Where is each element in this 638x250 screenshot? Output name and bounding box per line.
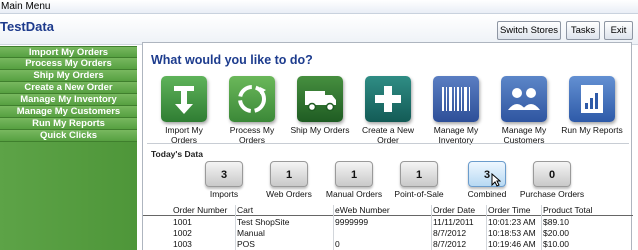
sidebar-item-manage-my-inventory[interactable]: Manage My Inventory	[0, 94, 137, 106]
tile-manage-my-inventory[interactable]: Manage My Inventory	[425, 76, 487, 145]
count-label: Web Orders	[266, 189, 312, 199]
cell-order-date: 11/11/2011	[433, 217, 474, 227]
main-question: What would you like to do?	[151, 53, 313, 67]
column-divider	[431, 205, 432, 250]
table-row[interactable]: 1002 Manual 8/7/2012 10:18:53 AM $20.00	[143, 228, 633, 239]
tile-label: Import My Orders	[165, 125, 203, 145]
tile-ship-my-orders[interactable]: Ship My Orders	[289, 76, 351, 135]
sidebar-item-import-my-orders[interactable]: Import My Orders	[0, 46, 137, 58]
tile-label: Manage My Customers	[501, 125, 547, 145]
count-label: Imports	[209, 189, 239, 199]
column-divider	[541, 205, 542, 250]
column-header[interactable]: Order Number	[173, 205, 227, 216]
tile-create-a-new-order[interactable]: Create a New Order	[357, 76, 419, 145]
cell-cart: Test ShopSite	[237, 217, 290, 227]
cell-cart: Manual	[237, 228, 265, 238]
cell-product-total: $20.00	[543, 228, 569, 238]
count-label: Purchase Orders	[519, 189, 585, 199]
table-row[interactable]: 1003 POS 0 8/7/2012 10:19:46 AM $10.00	[143, 239, 633, 250]
todays-data-heading: Today's Data	[151, 149, 203, 159]
cell-cart: POS	[237, 239, 255, 249]
customers-icon	[501, 76, 547, 122]
mouse-cursor-icon	[491, 173, 501, 187]
count-label: Manual Orders	[325, 189, 383, 199]
process-icon	[229, 76, 275, 122]
count-point-of-sale[interactable]: 1 Point-of-Sale	[384, 161, 454, 199]
sidebar-item-create-a-new-order[interactable]: Create a New Order	[0, 82, 137, 94]
cell-order-date: 8/7/2012	[433, 239, 467, 249]
column-divider	[486, 205, 487, 250]
sidebar: Import My Orders Process My Orders Ship …	[0, 46, 137, 250]
column-header[interactable]: Cart	[237, 205, 253, 216]
tile-label: Run My Reports	[561, 125, 623, 135]
reports-icon	[569, 76, 615, 122]
column-header[interactable]: eWeb Number	[335, 205, 390, 216]
tile-label: Ship My Orders	[290, 125, 350, 135]
tasks-button[interactable]: Tasks	[566, 21, 600, 40]
import-icon	[161, 76, 207, 122]
count-purchase-orders[interactable]: 0 Purchase Orders	[517, 161, 587, 199]
count-label: Point-of-Sale	[394, 189, 444, 199]
cell-order-number: 1001	[173, 217, 192, 227]
tile-import-my-orders[interactable]: Import My Orders	[153, 76, 215, 145]
count-value: 1	[335, 161, 373, 187]
count-web-orders[interactable]: 1 Web Orders	[254, 161, 324, 199]
cell-order-number: 1003	[173, 239, 192, 249]
app-title: TestData	[0, 19, 54, 34]
count-label: Combined	[467, 189, 507, 199]
cell-order-date: 8/7/2012	[433, 228, 467, 238]
cell-eweb-number: 0	[335, 239, 340, 249]
tile-manage-my-customers[interactable]: Manage My Customers	[493, 76, 555, 145]
cell-eweb-number: 9999999	[335, 217, 369, 227]
sidebar-item-quick-clicks[interactable]: Quick Clicks	[0, 130, 137, 142]
barcode-icon	[433, 76, 479, 122]
table-row[interactable]: 1001 Test ShopSite 9999999 11/11/2011 10…	[143, 217, 633, 228]
sidebar-item-process-my-orders[interactable]: Process My Orders	[0, 58, 137, 70]
tile-process-my-orders[interactable]: Process My Orders	[221, 76, 283, 145]
cell-product-total: $10.00	[543, 239, 569, 249]
column-header[interactable]: Product Total	[543, 205, 592, 216]
count-manual-orders[interactable]: 1 Manual Orders	[319, 161, 389, 199]
truck-icon	[297, 76, 343, 122]
sidebar-item-manage-my-customers[interactable]: Manage My Customers	[0, 106, 137, 118]
header-bar: TestData Switch Stores Tasks Exit	[0, 15, 638, 45]
exit-button[interactable]: Exit	[604, 21, 633, 40]
count-value: 1	[270, 161, 308, 187]
tile-run-my-reports[interactable]: Run My Reports	[561, 76, 623, 135]
cell-order-time: 10:18:53 AM	[488, 228, 536, 238]
main-panel: What would you like to do? Import My Ord…	[142, 42, 633, 250]
column-divider	[333, 205, 334, 250]
column-header[interactable]: Order Date	[433, 205, 475, 216]
count-imports[interactable]: 3 Imports	[189, 161, 259, 199]
window-title: Main Menu	[0, 0, 638, 14]
cell-product-total: $89.10	[543, 217, 569, 227]
plus-icon	[365, 76, 411, 122]
column-divider	[235, 205, 236, 250]
tile-label: Create a New Order	[362, 125, 414, 145]
orders-table-header: Order Number Cart eWeb Number Order Date…	[143, 205, 633, 216]
switch-stores-button[interactable]: Switch Stores	[497, 21, 561, 40]
column-header[interactable]: Order Time	[488, 205, 531, 216]
section-divider	[147, 143, 629, 144]
count-value: 0	[533, 161, 571, 187]
count-value: 3	[205, 161, 243, 187]
tile-label: Process My Orders	[229, 125, 275, 145]
sidebar-item-ship-my-orders[interactable]: Ship My Orders	[0, 70, 137, 82]
count-value: 1	[400, 161, 438, 187]
count-combined[interactable]: 3 Combined	[452, 161, 522, 199]
cell-order-time: 10:19:46 AM	[488, 239, 536, 249]
tile-label: Manage My Inventory	[433, 125, 479, 145]
sidebar-item-run-my-reports[interactable]: Run My Reports	[0, 118, 137, 130]
cell-order-number: 1002	[173, 228, 192, 238]
cell-order-time: 10:01:23 AM	[488, 217, 536, 227]
